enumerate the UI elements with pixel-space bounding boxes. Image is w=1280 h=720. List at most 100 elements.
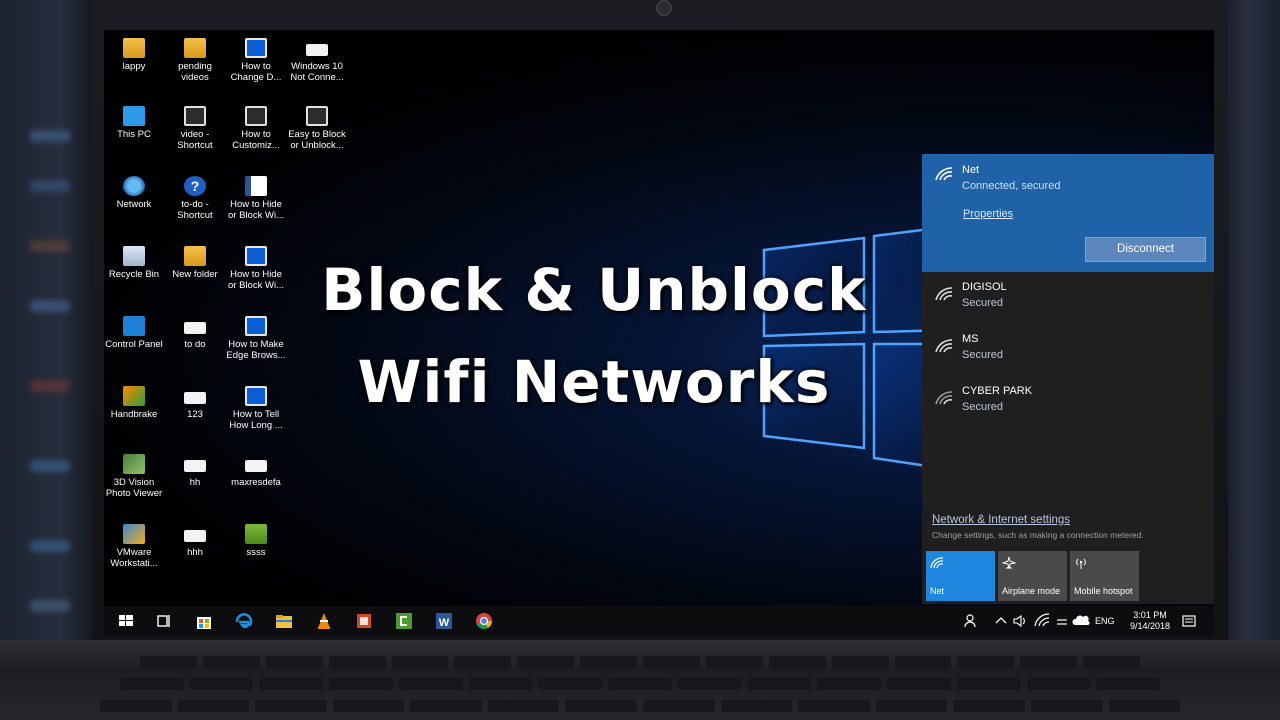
desktop-icon[interactable]: New folder <box>165 246 225 280</box>
desktop-icon[interactable]: hhh <box>165 524 225 558</box>
clock[interactable]: 3:01 PM 9/14/2018 <box>1124 606 1176 636</box>
desktop-icon[interactable]: Recycle Bin <box>104 246 164 280</box>
photo-viewer-icon <box>123 454 145 474</box>
desktop-icon[interactable]: Easy to Block or Unblock... <box>287 106 347 151</box>
desktop-icon[interactable]: 3D Vision Photo Viewer <box>104 454 164 499</box>
word-doc-icon <box>245 176 267 196</box>
desktop-icon[interactable]: VMware Workstati... <box>104 524 164 569</box>
file-icon <box>184 460 206 472</box>
sync-icon[interactable] <box>1054 611 1070 631</box>
store-icon[interactable] <box>194 611 214 631</box>
folder-icon <box>184 246 206 266</box>
chevron-up-icon[interactable] <box>994 611 1008 631</box>
action-center-icon[interactable] <box>1180 611 1198 631</box>
wifi-tray-icon[interactable] <box>1034 611 1050 631</box>
desktop-icon[interactable]: Network <box>104 176 164 210</box>
screen: lappy This PC Network Recycle Bin Contro… <box>104 30 1214 636</box>
overlay-title-line-1: Block & Unblock <box>321 256 867 324</box>
desktop-icon[interactable]: How to Customiz... <box>226 106 286 151</box>
wifi-icon <box>935 287 953 301</box>
video-icon <box>245 106 267 126</box>
desktop-icon[interactable]: hh <box>165 454 225 488</box>
disconnect-button[interactable]: Disconnect <box>1085 237 1206 262</box>
folder-icon <box>184 38 206 58</box>
file-icon <box>184 322 206 334</box>
video-icon <box>245 38 267 58</box>
overlay-title-line-2: Wifi Networks <box>357 348 831 416</box>
desktop-icon[interactable]: pending videos <box>165 38 225 83</box>
camtasia-icon[interactable] <box>394 611 414 631</box>
quick-action-mobile-hotspot[interactable]: Mobile hotspot <box>1070 551 1139 601</box>
wifi-icon <box>935 167 953 181</box>
image-icon <box>245 460 267 472</box>
network-settings-description: Change settings, such as making a connec… <box>932 530 1144 540</box>
tile-label: Mobile hotspot <box>1074 586 1133 596</box>
pc-icon <box>123 106 145 126</box>
volume-icon[interactable] <box>1012 611 1028 631</box>
image-icon <box>245 524 267 544</box>
desktop-icon[interactable]: to do <box>165 316 225 350</box>
quick-action-airplane-mode[interactable]: Airplane mode <box>998 551 1067 601</box>
people-icon[interactable] <box>964 611 980 631</box>
network-status: Secured <box>962 349 1003 361</box>
laptop-keyboard <box>0 640 1280 720</box>
network-status: Secured <box>962 401 1003 413</box>
file-icon <box>184 392 206 404</box>
network-flyout: Net Connected, secured Properties Discon… <box>922 154 1214 604</box>
video-icon <box>245 246 267 266</box>
vlc-icon[interactable] <box>314 611 334 631</box>
desktop-icon[interactable]: lappy <box>104 38 164 72</box>
onedrive-icon[interactable] <box>1072 611 1090 631</box>
hotspot-icon <box>1076 558 1086 569</box>
user-folder-icon <box>123 38 145 58</box>
desktop-icon[interactable]: Control Panel <box>104 316 164 350</box>
network-icon <box>123 176 145 196</box>
clock-date: 9/14/2018 <box>1129 621 1171 631</box>
clock-time: 3:01 PM <box>1133 610 1167 620</box>
video-icon <box>306 106 328 126</box>
video-icon <box>245 386 267 406</box>
chrome-icon[interactable] <box>474 611 494 631</box>
network-settings-link[interactable]: Network & Internet settings <box>932 514 1070 526</box>
desktop-icon[interactable]: 123 <box>165 386 225 420</box>
video-icon <box>306 44 328 56</box>
powerpoint-icon[interactable] <box>354 611 374 631</box>
desktop-icon[interactable]: Windows 10 Not Conne... <box>287 38 347 83</box>
network-status: Connected, secured <box>962 180 1061 192</box>
desktop-icon[interactable]: video - Shortcut <box>165 106 225 151</box>
edge-icon[interactable] <box>234 611 254 631</box>
webcam <box>656 0 672 16</box>
file-explorer-icon[interactable] <box>274 611 294 631</box>
video-icon <box>245 316 267 336</box>
network-item[interactable]: CYBER PARK Secured <box>922 380 1214 430</box>
network-name: MS <box>962 333 979 345</box>
start-icon[interactable] <box>116 611 136 631</box>
file-icon <box>184 530 206 542</box>
desktop-icon[interactable]: ssss <box>226 524 286 558</box>
control-panel-icon <box>123 316 145 336</box>
network-item-connected[interactable]: Net Connected, secured Properties Discon… <box>922 154 1214 272</box>
network-item[interactable]: MS Secured <box>922 328 1214 378</box>
desktop-icon[interactable]: Handbrake <box>104 386 164 420</box>
task-view-icon[interactable] <box>154 611 174 631</box>
network-name: CYBER PARK <box>962 385 1033 397</box>
desktop-icon[interactable]: This PC <box>104 106 164 140</box>
network-status: Secured <box>962 297 1003 309</box>
help-icon: ? <box>184 176 206 196</box>
wifi-icon <box>930 557 944 569</box>
shortcut-icon <box>184 106 206 126</box>
tile-label: Net <box>930 586 945 596</box>
network-item[interactable]: DIGISOL Secured <box>922 276 1214 326</box>
desktop-icon[interactable]: How to Change D... <box>226 38 286 83</box>
wifi-icon <box>935 391 953 405</box>
vmware-icon <box>123 524 145 544</box>
airplane-icon <box>1002 557 1016 569</box>
word-icon[interactable]: W <box>434 611 454 631</box>
quick-action-wifi[interactable]: Net <box>926 551 995 601</box>
properties-link[interactable]: Properties <box>963 208 1013 220</box>
language-indicator[interactable]: ENG <box>1095 606 1115 636</box>
desktop-icon[interactable]: How to Hide or Block Wi... <box>226 176 286 221</box>
desktop-icon[interactable]: maxresdefa <box>226 454 286 488</box>
desktop-icon[interactable]: ? to-do - Shortcut <box>165 176 225 221</box>
wifi-icon <box>935 339 953 353</box>
